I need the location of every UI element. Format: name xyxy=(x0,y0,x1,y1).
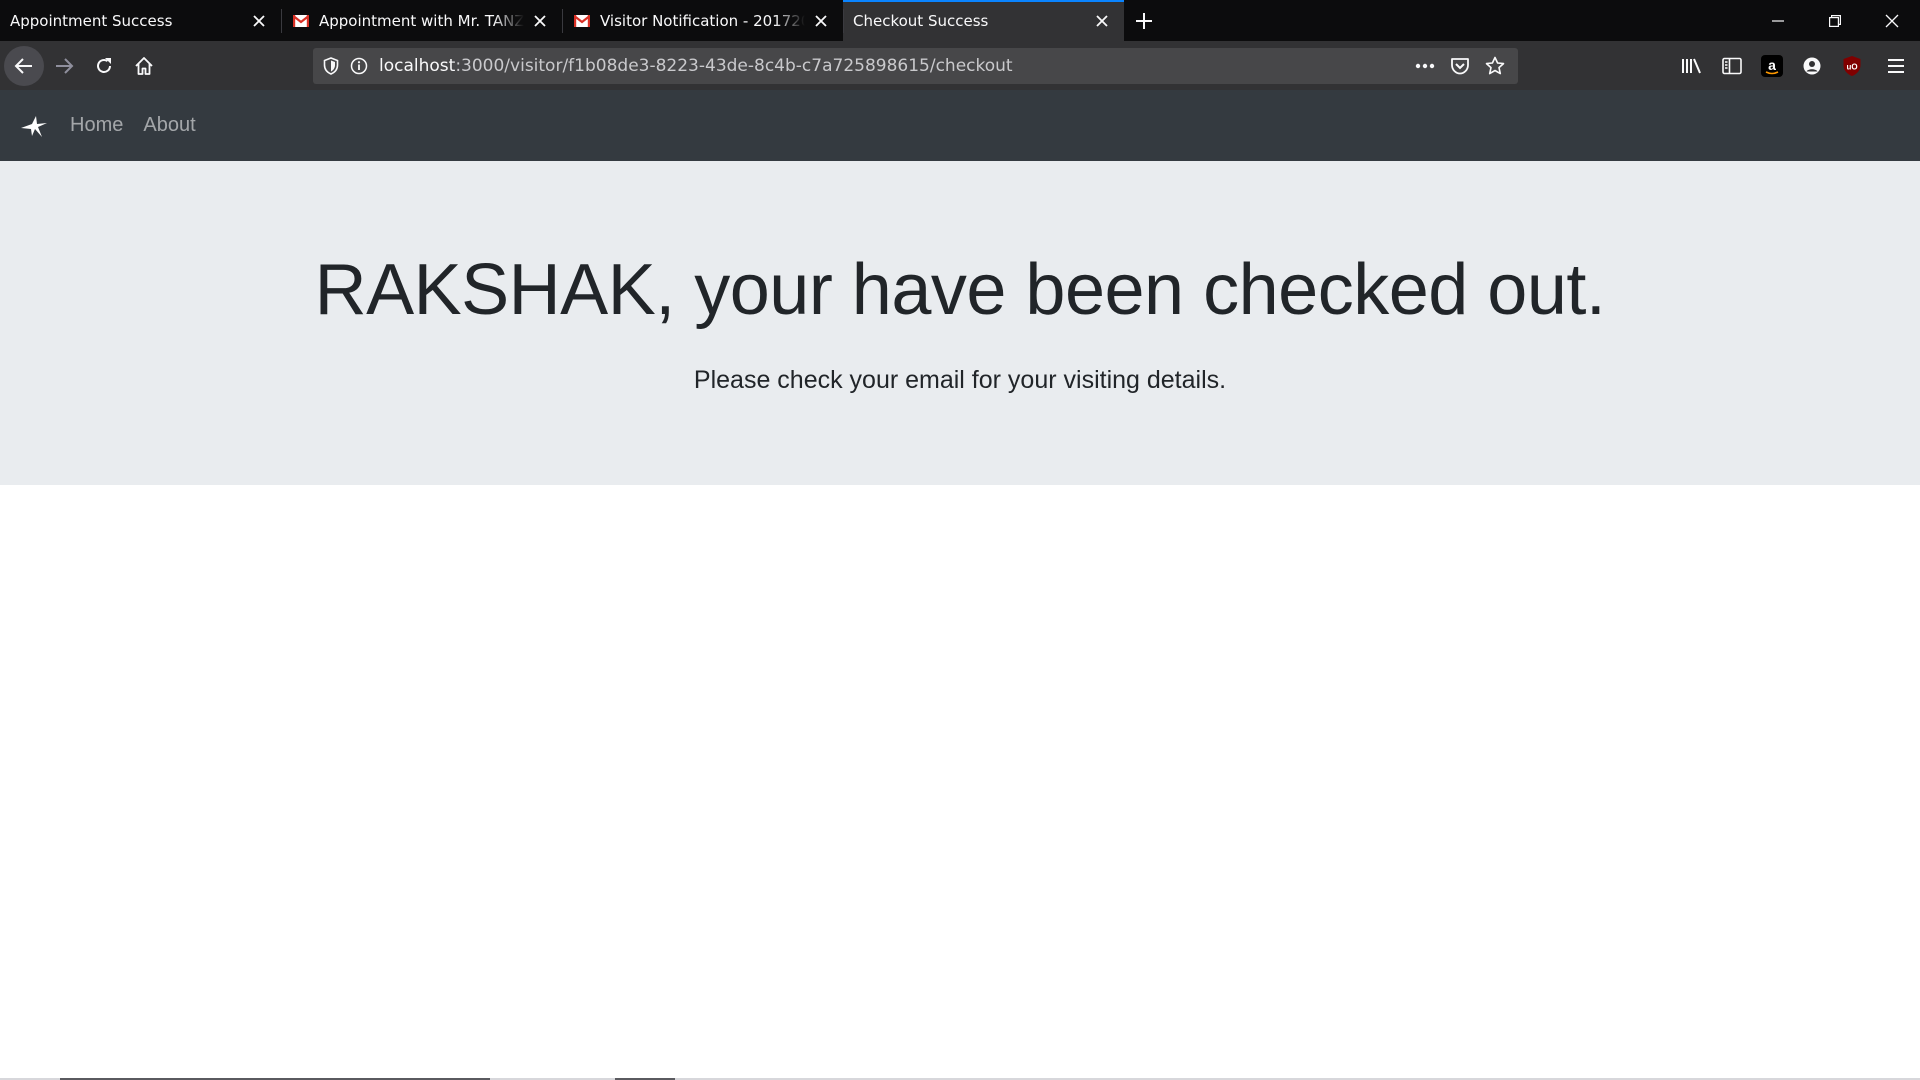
close-icon[interactable] xyxy=(809,9,833,33)
star-icon xyxy=(1485,56,1504,75)
lead-text: Please check your email for your visitin… xyxy=(693,366,1227,394)
tab-checkout-success[interactable]: Checkout Success xyxy=(843,0,1124,41)
sidebar-button[interactable] xyxy=(1712,46,1752,86)
jumbotron: RAKSHAK, your have been checked out. Ple… xyxy=(0,161,1920,485)
close-window-button[interactable] xyxy=(1863,0,1920,41)
site-navbar: Home About xyxy=(0,90,1920,161)
url-bar[interactable]: localhost:3000/visitor/f1b08de3-8223-43d… xyxy=(313,48,1518,84)
url-text: localhost:3000/visitor/f1b08de3-8223-43d… xyxy=(379,56,1013,76)
reload-icon xyxy=(97,57,111,73)
arrow-left-icon xyxy=(14,57,32,74)
restore-button[interactable] xyxy=(1806,0,1863,41)
hamburger-icon xyxy=(1888,58,1904,73)
close-icon[interactable] xyxy=(247,9,271,33)
tab-title: Appointment with Mr. TANZEEL xyxy=(319,11,524,30)
minimize-button[interactable] xyxy=(1749,0,1806,41)
tab-strip: Appointment Success Appointment with Mr.… xyxy=(0,0,1920,41)
close-icon[interactable] xyxy=(1090,9,1114,33)
tab-title: Visitor Notification - 2017207@ xyxy=(600,11,805,30)
svg-text:uO: uO xyxy=(1846,62,1857,71)
amazon-icon: a xyxy=(1761,54,1783,77)
account-button[interactable] xyxy=(1792,46,1832,86)
url-path: :3000/visitor/f1b08de3-8223-43de-8c4b-c7… xyxy=(455,56,1013,76)
library-icon xyxy=(1682,58,1701,73)
forward-button[interactable] xyxy=(44,46,84,86)
close-icon xyxy=(1885,14,1898,27)
nav-link-home[interactable]: Home xyxy=(70,114,123,137)
library-button[interactable] xyxy=(1672,46,1712,86)
minimize-icon xyxy=(1771,19,1784,22)
tracking-protection-icon[interactable] xyxy=(317,52,345,80)
home-button[interactable] xyxy=(124,46,164,86)
pocket-icon xyxy=(1450,58,1469,75)
tab-title: Appointment Success xyxy=(10,11,173,30)
page-title: RAKSHAK, your have been checked out. xyxy=(314,250,1606,330)
svg-text:a: a xyxy=(1768,57,1776,73)
pocket-button[interactable] xyxy=(1442,48,1477,84)
more-horizontal-icon xyxy=(1415,63,1434,69)
back-button[interactable] xyxy=(4,45,44,86)
nav-link-about[interactable]: About xyxy=(143,114,195,137)
tab-title: Checkout Success xyxy=(853,11,989,30)
gmail-icon xyxy=(572,11,592,31)
bookmark-button[interactable] xyxy=(1477,48,1512,84)
arrow-right-icon xyxy=(56,57,74,74)
toolbar-right: a uO xyxy=(1672,41,1920,90)
restore-icon xyxy=(1828,14,1841,27)
tab-appointment-mail[interactable]: Appointment with Mr. TANZEEL xyxy=(281,0,562,41)
tab-appointment-success[interactable]: Appointment Success xyxy=(0,0,281,41)
menu-button[interactable] xyxy=(1876,46,1916,86)
url-actions xyxy=(1407,48,1512,84)
window-controls xyxy=(1749,0,1920,41)
new-tab-button[interactable] xyxy=(1124,0,1164,41)
sidebar-icon xyxy=(1722,57,1742,74)
gmail-icon xyxy=(291,11,311,31)
url-host: localhost xyxy=(379,56,456,76)
reload-button[interactable] xyxy=(84,46,124,86)
amazon-extension-button[interactable]: a xyxy=(1752,46,1792,86)
active-tab-indicator xyxy=(843,0,1124,2)
account-icon xyxy=(1803,57,1821,74)
home-icon xyxy=(135,56,153,75)
info-icon[interactable] xyxy=(345,52,373,80)
site-logo-icon[interactable] xyxy=(18,110,50,142)
ublock-extension-button[interactable]: uO xyxy=(1832,46,1872,86)
plus-icon xyxy=(1136,12,1152,29)
tab-visitor-notification[interactable]: Visitor Notification - 2017207@ xyxy=(562,0,843,41)
close-icon[interactable] xyxy=(528,9,552,33)
ublock-icon: uO xyxy=(1843,55,1861,76)
browser-toolbar: localhost:3000/visitor/f1b08de3-8223-43d… xyxy=(0,41,1920,90)
page-actions-button[interactable] xyxy=(1407,48,1442,84)
